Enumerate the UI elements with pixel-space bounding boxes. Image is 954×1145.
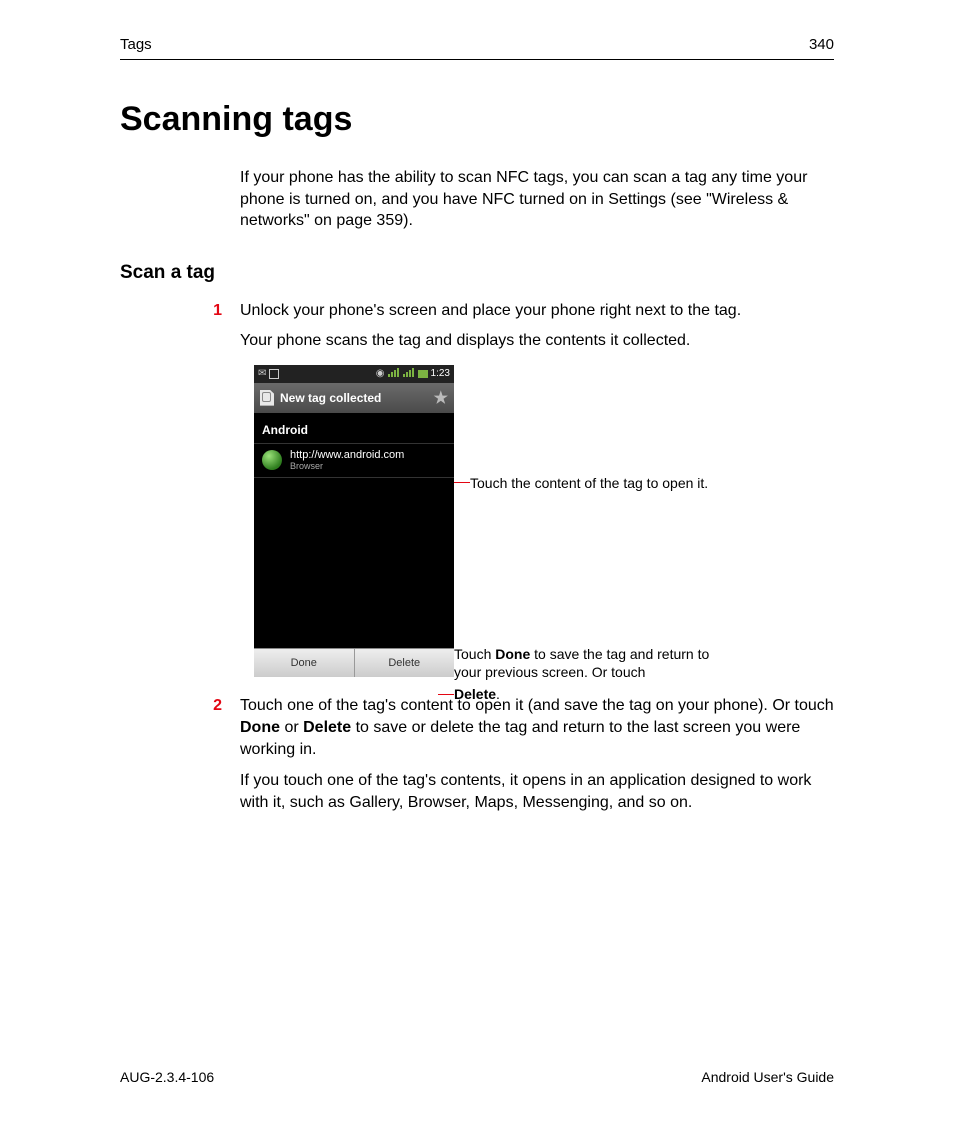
intro-paragraph: If your phone has the ability to scan NF… [240, 167, 834, 232]
page-header: Tags 340 [120, 36, 834, 60]
leader-line [454, 482, 470, 483]
delete-button[interactable]: Delete [355, 649, 455, 677]
step2-mid: or [280, 719, 303, 736]
tag-url-sub: Browser [290, 461, 404, 471]
mail-icon: ✉ [258, 368, 266, 379]
done-button[interactable]: Done [254, 649, 355, 677]
step2-bold-done: Done [240, 719, 280, 736]
status-time: 1:23 [431, 368, 450, 379]
step-2: 2 Touch one of the tag's content to open… [120, 695, 834, 762]
globe-icon [262, 450, 282, 470]
tag-icon [260, 390, 274, 406]
subheading-scan-a-tag: Scan a tag [120, 262, 834, 284]
phone-body-empty [254, 478, 454, 648]
step-text: Touch one of the tag's content to open i… [240, 695, 834, 762]
leader-line [438, 694, 454, 695]
phone-titlebar: New tag collected ★ [254, 383, 454, 413]
tag-url: http://www.android.com [290, 450, 404, 461]
tag-section-label: Android [254, 413, 454, 443]
callout-open-content: Touch the content of the tag to open it. [454, 475, 708, 491]
step2-bold-delete: Delete [303, 719, 351, 736]
signal-icon [388, 368, 400, 380]
callout-bold-done: Done [495, 646, 530, 662]
page-footer: AUG-2.3.4-106 Android User's Guide [120, 1069, 834, 1085]
titlebar-text: New tag collected [280, 391, 381, 405]
step-text: Unlock your phone's screen and place you… [240, 300, 834, 322]
step-1-followup: Your phone scans the tag and displays th… [240, 330, 834, 352]
footer-doc-title: Android User's Guide [701, 1069, 834, 1085]
step-number: 1 [120, 300, 240, 322]
gps-icon: ◉ [376, 368, 385, 379]
footer-doc-id: AUG-2.3.4-106 [120, 1069, 214, 1085]
callout-text-pre: Touch [454, 646, 495, 662]
step-1: 1 Unlock your phone's screen and place y… [120, 300, 834, 322]
callout-bold-delete: Delete [454, 685, 496, 703]
battery-icon [418, 370, 428, 378]
phone-screenshot: ✉ ◉ 1:23 New tag [254, 365, 454, 677]
wifi-signal-icon [403, 368, 415, 380]
page-title: Scanning tags [120, 100, 834, 139]
phone-statusbar: ✉ ◉ 1:23 [254, 365, 454, 383]
phone-button-bar: Done Delete [254, 648, 454, 677]
tag-content-item[interactable]: http://www.android.com Browser [254, 443, 454, 478]
callout-done-delete: Touch Done to save the tag and return to… [454, 645, 724, 704]
step-2-followup: If you touch one of the tag's contents, … [240, 770, 834, 815]
app-icon [269, 369, 279, 379]
header-page-number: 340 [809, 36, 834, 53]
callout-text: Touch the content of the tag to open it. [470, 475, 708, 491]
star-icon[interactable]: ★ [434, 388, 448, 408]
figure: ✉ ◉ 1:23 New tag [254, 365, 834, 677]
callout-text-post: . [496, 685, 500, 703]
header-section: Tags [120, 36, 152, 53]
step-number: 2 [120, 695, 240, 762]
